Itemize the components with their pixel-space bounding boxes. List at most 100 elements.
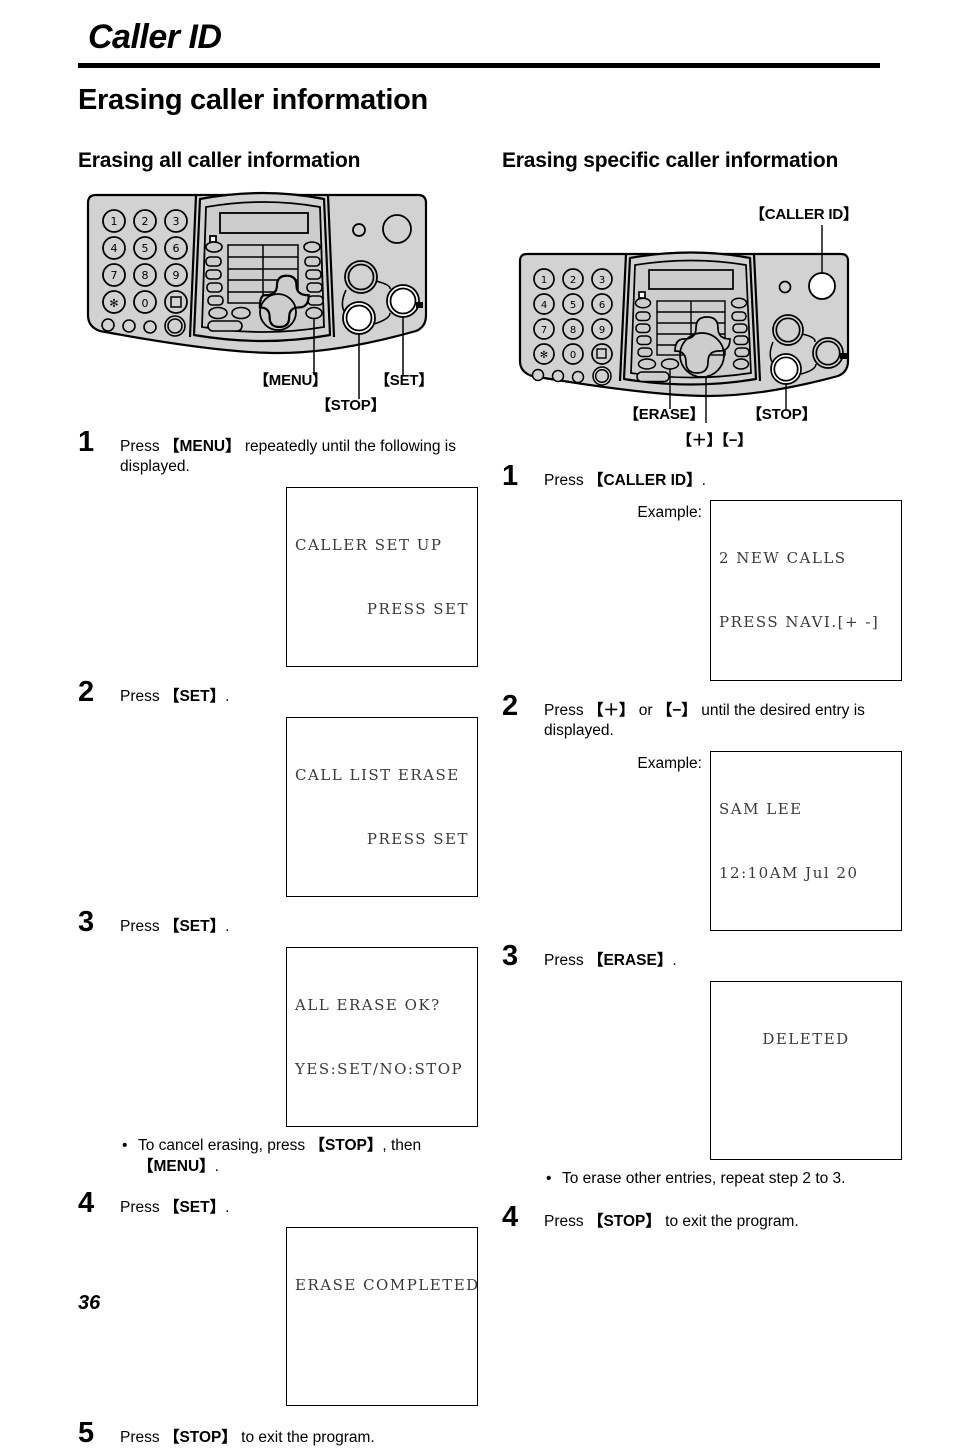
step-text-lead: Press: [544, 701, 588, 719]
left-column: Erasing all caller information 1 2 3 4 5…: [78, 148, 478, 1452]
fax-machine-illustration-right: 【CALLER ID】 123 456 789 ✻ 0 【ERASE】 【STO…: [502, 203, 902, 449]
callout-caller-id: 【CALLER ID】: [750, 205, 858, 223]
svg-text:2: 2: [570, 275, 576, 286]
page-title: Erasing caller information: [78, 84, 428, 116]
lcd-display: ALL ERASE OK? YES:SET/NO:STOP: [286, 947, 478, 1128]
lcd-line-1: 2 NEW CALLS: [719, 549, 847, 568]
svg-text:1: 1: [111, 215, 118, 228]
svg-text:5: 5: [142, 242, 149, 255]
step-number: 3: [502, 940, 519, 973]
lcd-line-2: YES:SET/NO:STOP: [295, 1059, 464, 1078]
note-part-3: .: [214, 1158, 219, 1176]
bullet-icon: •: [546, 1170, 552, 1188]
svg-text:7: 7: [111, 269, 118, 282]
svg-text:0: 0: [142, 297, 149, 310]
svg-text:4: 4: [541, 300, 547, 311]
key-set: 【SET】: [163, 688, 226, 706]
step-text-tail: .: [672, 952, 677, 970]
menu-button[interactable]: [305, 306, 323, 320]
callout-menu: 【MENU】: [254, 371, 327, 389]
step-text: Press 【SET】.: [120, 917, 478, 938]
svg-text:✻: ✻: [540, 350, 548, 361]
step-text-tail: .: [225, 1198, 230, 1216]
step-4: 4 Press 【SET】. ERASE COMPLETED: [78, 1188, 480, 1407]
section-heading-erase-all: Erasing all caller information: [78, 149, 361, 172]
lcd-line-2: [295, 1339, 469, 1359]
step-1: 1 Press 【CALLER ID】. Example: 2 NEW CALL…: [502, 461, 902, 681]
key-menu: 【MENU】: [163, 437, 241, 455]
bullet-icon: •: [122, 1137, 128, 1155]
callout-plus-minus: 【＋】【−】: [677, 431, 753, 449]
step-4: 4 Press 【STOP】 to exit the program.: [502, 1202, 902, 1236]
step-text: Press 【SET】.: [120, 1198, 478, 1219]
note-part-1: To cancel erasing, press: [138, 1137, 310, 1155]
chapter-title: Caller ID: [88, 18, 222, 56]
step-text-tail: to exit the program.: [660, 1212, 799, 1230]
callout-set: 【SET】: [375, 371, 434, 389]
key-caller-id: 【CALLER ID】: [587, 471, 702, 489]
step-text-tail: .: [701, 471, 706, 489]
step-text-tail: to exit the program.: [236, 1429, 375, 1447]
step-number: 5: [78, 1417, 95, 1450]
step-text-lead: Press: [544, 952, 588, 970]
key-stop: 【STOP】: [587, 1212, 661, 1230]
step-text-lead: Press: [120, 437, 164, 455]
lcd-display: DELETED: [710, 981, 902, 1161]
svg-text:✻: ✻: [109, 297, 118, 310]
note-part-2: , then: [382, 1137, 422, 1155]
lcd-line-1: ALL ERASE OK?: [295, 995, 441, 1014]
lcd-display: ERASE COMPLETED: [286, 1227, 480, 1407]
step-number: 2: [502, 689, 519, 722]
step-text-mid: or: [634, 701, 657, 719]
key-menu: 【MENU】: [138, 1158, 215, 1176]
key-stop: 【STOP】: [309, 1137, 383, 1155]
key-plus: 【＋】: [587, 701, 635, 719]
lcd-line-2: PRESS SET: [366, 829, 469, 848]
key-set: 【SET】: [163, 918, 226, 936]
svg-text:8: 8: [570, 325, 576, 336]
step-text-tail: .: [225, 688, 230, 706]
right-column: Erasing specific caller information 【CAL…: [502, 148, 902, 1236]
callout-erase: 【ERASE】: [624, 405, 705, 423]
note-part-1: To erase other entries, repeat step 2 to…: [562, 1170, 846, 1188]
step-text: Press 【CALLER ID】.: [544, 471, 902, 492]
svg-text:2: 2: [142, 215, 149, 228]
lcd-line-2: PRESS NAVI.[+ -]: [719, 612, 880, 631]
lcd-line-1: DELETED: [762, 1029, 850, 1048]
key-erase: 【ERASE】: [587, 952, 673, 970]
key-minus: 【−】: [656, 701, 697, 719]
svg-text:9: 9: [173, 269, 180, 282]
step-text: Press 【ERASE】.: [544, 951, 902, 972]
caller-id-button[interactable]: [808, 271, 836, 300]
svg-text:3: 3: [173, 215, 180, 228]
lcd-line-1: ERASE COMPLETED: [295, 1275, 480, 1294]
page-number: 36: [78, 1292, 101, 1314]
step-number: 1: [502, 459, 519, 492]
svg-text:7: 7: [541, 325, 547, 336]
step-text: Press 【STOP】 to exit the program.: [544, 1212, 902, 1233]
step-number: 2: [78, 676, 95, 709]
lcd-line-2: PRESS SET: [366, 599, 469, 618]
svg-text:1: 1: [541, 275, 547, 286]
svg-text:6: 6: [173, 242, 180, 255]
step-3: 3 Press 【SET】. ALL ERASE OK? YES:SET/NO:…: [78, 908, 478, 1177]
lcd-line-2: [719, 1093, 893, 1113]
step-text: Press 【SET】.: [120, 687, 478, 708]
section-heading-erase-specific: Erasing specific caller information: [502, 149, 839, 172]
erase-button[interactable]: [660, 358, 680, 370]
key-set: 【SET】: [163, 1198, 226, 1216]
example-label: Example:: [637, 755, 702, 773]
lcd-line-1: CALL LIST ERASE: [295, 765, 460, 784]
fax-machine-svg: 1 2 3 4 5 6 7 8 9 ✻ 0: [518, 224, 850, 423]
step-text-lead: Press: [544, 1212, 588, 1230]
svg-text:9: 9: [599, 325, 605, 336]
lcd-line-1: CALLER SET UP: [295, 535, 443, 554]
svg-text:0: 0: [570, 350, 576, 361]
step-text-lead: Press: [120, 1429, 164, 1447]
step-text-lead: Press: [120, 1198, 164, 1216]
step-text: Press 【＋】 or 【−】 until the desired entry…: [544, 701, 902, 742]
step-3: 3 Press 【ERASE】. DELETED • To erase other…: [502, 942, 902, 1189]
lcd-display: 2 NEW CALLS PRESS NAVI.[+ -]: [710, 500, 902, 681]
step-number: 4: [502, 1200, 519, 1233]
example-label: Example:: [637, 504, 702, 522]
